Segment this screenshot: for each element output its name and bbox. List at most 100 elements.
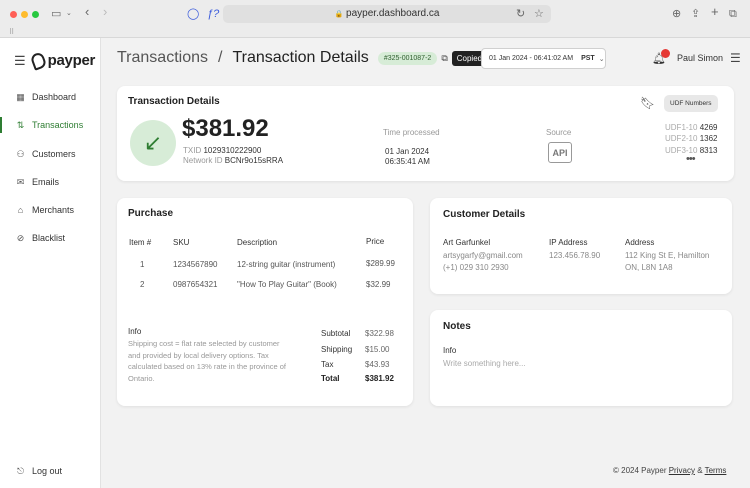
sidebar-item-label: Merchants <box>32 205 75 215</box>
sidebar-item-dashboard[interactable]: ▦ Dashboard <box>0 86 100 108</box>
transaction-id-badge: #325-001087-2 <box>377 51 438 65</box>
sidebar-item-merchants[interactable]: ⌂ Merchants <box>0 199 100 221</box>
page-title: Transaction Details <box>232 49 369 66</box>
sidebar-item-emails[interactable]: ✉ Emails <box>0 171 100 193</box>
extension-function-icon[interactable]: ƒ? <box>207 7 219 21</box>
shipping-value: $15.00 <box>365 345 390 354</box>
tab-grip-icon[interactable]: ⠿ <box>9 28 14 36</box>
copyright-text: © 2024 Payper <box>613 466 667 475</box>
more-udf-button[interactable]: ••• <box>686 153 696 165</box>
purchase-info-text: Shipping cost = flat rate selected by cu… <box>128 339 287 383</box>
sidebar-item-label: Dashboard <box>32 92 77 102</box>
udf-label: UDF1-10 <box>665 123 698 132</box>
timezone-value: PST <box>581 55 595 62</box>
address-line-1: 112 King St E, Hamilton <box>625 251 710 260</box>
customer-phone: (+1) 029 310 2930 <box>443 263 509 272</box>
sidebar-item-label: Transactions <box>32 120 84 130</box>
tax-value: $43.93 <box>365 360 390 369</box>
customer-contact: artsygarfy@gmail.com (+1) 029 310 2930 <box>443 250 523 274</box>
address-value: 112 King St E, Hamilton ON, L8N 1A8 <box>625 250 709 274</box>
breadcrumb-transactions-link[interactable]: Transactions <box>117 49 208 67</box>
network-id-label: Network ID <box>183 156 223 165</box>
download-icon[interactable]: ⊕ <box>672 7 681 21</box>
ban-icon: ⊘ <box>16 232 25 243</box>
footer: © 2024 Payper Privacy & Terms <box>613 466 726 475</box>
sidebar-item-blacklist[interactable]: ⊘ Blacklist <box>0 227 100 249</box>
logo-text: payper <box>47 52 96 69</box>
bookmark-icon[interactable]: 🔖︎ <box>640 96 655 110</box>
txid-value: 1029310222900 <box>203 146 262 155</box>
purchase-info-label: Info <box>128 327 142 336</box>
tab-strip: ⠿ <box>0 26 750 38</box>
share-icon[interactable]: ⇪ <box>691 7 700 21</box>
udf-value: 4269 <box>699 123 718 132</box>
total-label: Total <box>321 374 340 383</box>
table-cell-sku: 0987654321 <box>173 280 218 289</box>
minimize-window-button[interactable] <box>21 11 28 18</box>
new-tab-icon[interactable]: + <box>711 5 719 19</box>
source-label: Source <box>546 128 572 137</box>
customer-email[interactable]: artsygarfy@gmail.com <box>443 250 523 262</box>
column-header-description: Description <box>237 238 278 247</box>
notes-card: Notes Info Write something here... <box>430 310 732 406</box>
udf-row: UDF1-10 4269 <box>665 123 717 132</box>
sidebar-toggle-icon[interactable]: ▭ <box>51 7 61 21</box>
ip-address-value: 123.456.78.90 <box>549 251 601 260</box>
column-header-item: Item # <box>129 238 152 247</box>
notes-input[interactable]: Write something here... <box>443 358 526 370</box>
shipping-label: Shipping <box>321 345 353 354</box>
store-icon: ⌂ <box>17 205 24 215</box>
time-clock: 06:35:41 AM <box>385 157 430 166</box>
user-name[interactable]: Paul Simon <box>677 53 723 63</box>
network-id-value: BCNr9o15sRRA <box>224 156 284 165</box>
reload-icon[interactable]: ↻ <box>516 7 525 21</box>
udf-value: 1362 <box>699 134 718 143</box>
logo[interactable]: ☰ payper <box>14 50 96 71</box>
udf-numbers-button[interactable]: UDF Numbers <box>664 95 718 112</box>
datetime-picker[interactable]: 01 Jan 2024 - 06:41:02 AM PST ⌄ <box>481 48 606 69</box>
notification-badge <box>661 49 670 58</box>
footer-ampersand: & <box>697 466 703 475</box>
udf-label: UDF2-10 <box>665 134 698 143</box>
chevron-down-icon[interactable]: ⌄ <box>66 7 72 21</box>
sidebar-item-label: Emails <box>32 177 60 187</box>
total-value: $381.92 <box>365 374 394 383</box>
notes-info-label: Info <box>443 346 457 355</box>
copy-icon[interactable]: ⧉ <box>441 53 447 64</box>
sidebar: ☰ payper ▦ Dashboard ⇅ Transactions ⚇ Cu… <box>0 38 101 488</box>
customer-details-title: Customer Details <box>443 209 526 220</box>
column-header-price: Price <box>366 237 385 246</box>
sidebar-item-transactions[interactable]: ⇅ Transactions <box>0 114 100 136</box>
address-bar[interactable]: 🔒 payper.dashboard.ca <box>223 5 551 23</box>
time-processed-value: 01 Jan 2024 06:35:41 AM <box>385 147 430 167</box>
tax-label: Tax <box>321 360 334 369</box>
logout-button[interactable]: ⎋ Log out <box>0 460 100 482</box>
ip-address-label: IP Address <box>549 238 588 247</box>
breadcrumb-separator: / <box>218 49 223 66</box>
table-cell-item: 2 <box>140 280 145 289</box>
forward-icon[interactable]: › <box>103 5 107 19</box>
terms-link[interactable]: Terms <box>705 466 727 475</box>
transaction-amount: $381.92 <box>182 115 269 142</box>
bookmark-star-icon[interactable]: ☆ <box>534 7 544 21</box>
users-icon: ⚇ <box>16 148 25 159</box>
menu-icon[interactable]: ☰ <box>730 51 741 65</box>
close-window-button[interactable] <box>10 11 17 18</box>
transaction-ids: TXID 1029310222900 Network ID BCNr9o15sR… <box>183 146 283 166</box>
privacy-link[interactable]: Privacy <box>669 466 695 475</box>
tab-overview-icon[interactable]: ⧉ <box>729 7 737 21</box>
sidebar-item-label: Blacklist <box>32 233 66 243</box>
incoming-arrow-icon: ↙ <box>130 120 176 166</box>
chevron-down-icon: ⌄ <box>598 55 605 63</box>
maximize-window-button[interactable] <box>32 11 39 18</box>
notes-title: Notes <box>443 321 471 332</box>
table-cell-sku: 1234567890 <box>173 260 218 269</box>
sidebar-item-customers[interactable]: ⚇ Customers <box>0 143 100 165</box>
hamburger-icon[interactable]: ☰ <box>14 53 26 69</box>
table-cell-description: 12-string guitar (instrument) <box>237 260 336 269</box>
sidebar-item-label: Customers <box>32 149 76 159</box>
address-label: Address <box>625 238 655 247</box>
udf-value: 8313 <box>699 146 718 155</box>
back-icon[interactable]: ‹ <box>85 5 89 19</box>
extension-circle-icon[interactable]: ◯ <box>187 7 199 21</box>
